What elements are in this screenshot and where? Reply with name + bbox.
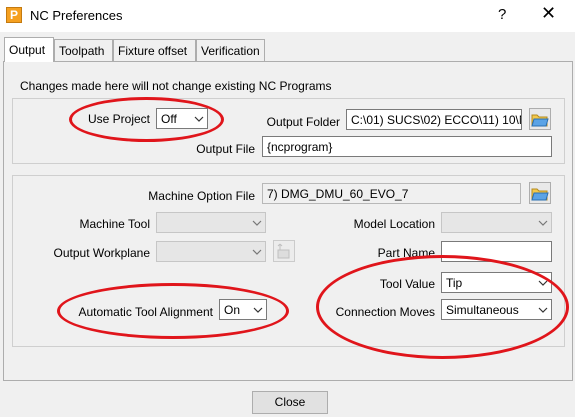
machine-tool-select[interactable]	[156, 212, 266, 233]
output-workplane-select[interactable]	[156, 241, 266, 262]
chevron-down-icon	[538, 307, 548, 313]
chevron-down-icon	[538, 220, 548, 226]
machine-tool-label: Machine Tool	[79, 217, 151, 231]
chevron-down-icon	[194, 116, 204, 122]
chevron-down-icon	[252, 249, 262, 255]
tool-value-label: Tool Value	[379, 277, 435, 291]
connection-moves-select[interactable]: Simultaneous	[441, 299, 552, 320]
output-folder-field[interactable]: C:\01) SUCS\02) ECCO\11) 10\N	[346, 109, 522, 130]
folder-icon	[531, 114, 549, 127]
part-name-label: Part Name	[377, 246, 435, 260]
tab-output[interactable]: Output	[4, 37, 54, 62]
tab-fixture-offset[interactable]: Fixture offset	[113, 39, 196, 61]
use-project-select[interactable]: Off	[156, 108, 208, 129]
folder-icon	[531, 188, 549, 201]
auto-tool-alignment-select[interactable]: On	[219, 299, 267, 320]
workplane-icon	[277, 243, 290, 259]
close-window-button[interactable]: ✕	[541, 3, 556, 24]
connection-moves-value: Simultaneous	[446, 303, 519, 317]
tab-toolpath[interactable]: Toolpath	[54, 39, 113, 61]
help-button[interactable]: ?	[498, 6, 506, 23]
output-file-label: Output File	[196, 142, 255, 156]
output-folder-label: Output Folder	[266, 115, 340, 129]
use-project-value: Off	[161, 112, 177, 126]
connection-moves-label: Connection Moves	[335, 305, 435, 319]
auto-tool-alignment-label: Automatic Tool Alignment	[78, 305, 213, 319]
chevron-down-icon	[253, 307, 263, 313]
tool-value-select[interactable]: Tip	[441, 272, 552, 293]
browse-machine-option-button[interactable]	[529, 182, 551, 204]
chevron-down-icon	[538, 280, 548, 286]
machine-option-file-field[interactable]: 7) DMG_DMU_60_EVO_7	[262, 183, 521, 204]
browse-folder-button[interactable]	[529, 108, 551, 130]
chevron-down-icon	[252, 220, 262, 226]
app-icon: P	[6, 7, 22, 23]
auto-tool-alignment-value: On	[224, 303, 241, 317]
notice-text: Changes made here will not change existi…	[20, 79, 332, 93]
model-location-label: Model Location	[353, 217, 435, 231]
close-button[interactable]: Close	[252, 391, 328, 414]
tool-value-value: Tip	[446, 276, 463, 290]
machine-option-file-label: Machine Option File	[148, 189, 255, 203]
output-file-field[interactable]: {ncprogram}	[262, 136, 552, 157]
model-location-select[interactable]	[441, 212, 552, 233]
workplane-picker-button[interactable]	[273, 240, 295, 262]
part-name-field[interactable]	[441, 241, 552, 262]
tab-verification[interactable]: Verification	[196, 39, 265, 61]
window-title: NC Preferences	[30, 8, 123, 23]
output-workplane-label: Output Workplane	[53, 246, 151, 260]
use-project-label: Use Project	[87, 112, 150, 126]
